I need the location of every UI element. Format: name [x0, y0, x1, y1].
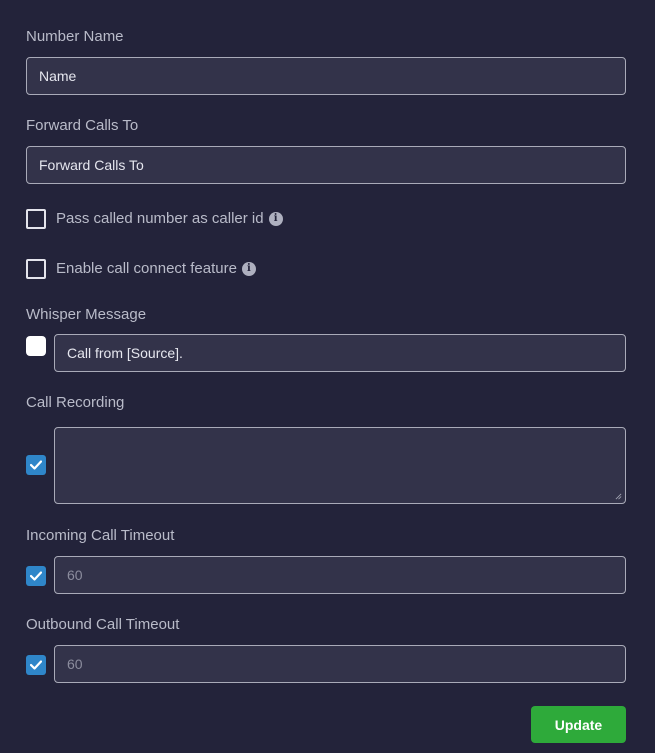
checkmark-icon: [30, 660, 42, 670]
update-button[interactable]: Update: [531, 706, 626, 743]
pass-caller-id-label: Pass called number as caller id: [56, 210, 264, 227]
call-recording-textarea[interactable]: [54, 427, 626, 504]
whisper-message-input[interactable]: Call from [Source].: [54, 334, 626, 372]
incoming-timeout-checkbox[interactable]: [26, 566, 46, 586]
checkmark-icon: [30, 571, 42, 581]
outbound-timeout-label: Outbound Call Timeout: [26, 616, 180, 633]
incoming-timeout-label: Incoming Call Timeout: [26, 527, 175, 544]
call-recording-checkbox[interactable]: [26, 455, 46, 475]
call-recording-label: Call Recording: [26, 394, 125, 411]
whisper-message-checkbox[interactable]: [26, 336, 46, 356]
incoming-timeout-input[interactable]: 60: [54, 556, 626, 594]
call-connect-checkbox[interactable]: [26, 259, 46, 279]
checkmark-icon: [30, 460, 42, 470]
number-name-input[interactable]: Name: [26, 57, 626, 95]
pass-caller-id-checkbox[interactable]: [26, 209, 46, 229]
info-icon[interactable]: i: [241, 261, 256, 276]
forward-calls-input[interactable]: Forward Calls To: [26, 146, 626, 184]
call-connect-label: Enable call connect feature: [56, 260, 237, 277]
call-connect-option: Enable call connect feature i: [56, 260, 256, 277]
forward-calls-label: Forward Calls To: [26, 117, 139, 134]
outbound-timeout-checkbox[interactable]: [26, 655, 46, 675]
pass-caller-id-option: Pass called number as caller id i: [56, 210, 283, 227]
info-icon[interactable]: i: [268, 211, 283, 226]
resize-grip-icon[interactable]: [615, 493, 622, 500]
whisper-message-label: Whisper Message: [26, 306, 147, 323]
outbound-timeout-input[interactable]: 60: [54, 645, 626, 683]
number-name-label: Number Name: [26, 28, 124, 45]
